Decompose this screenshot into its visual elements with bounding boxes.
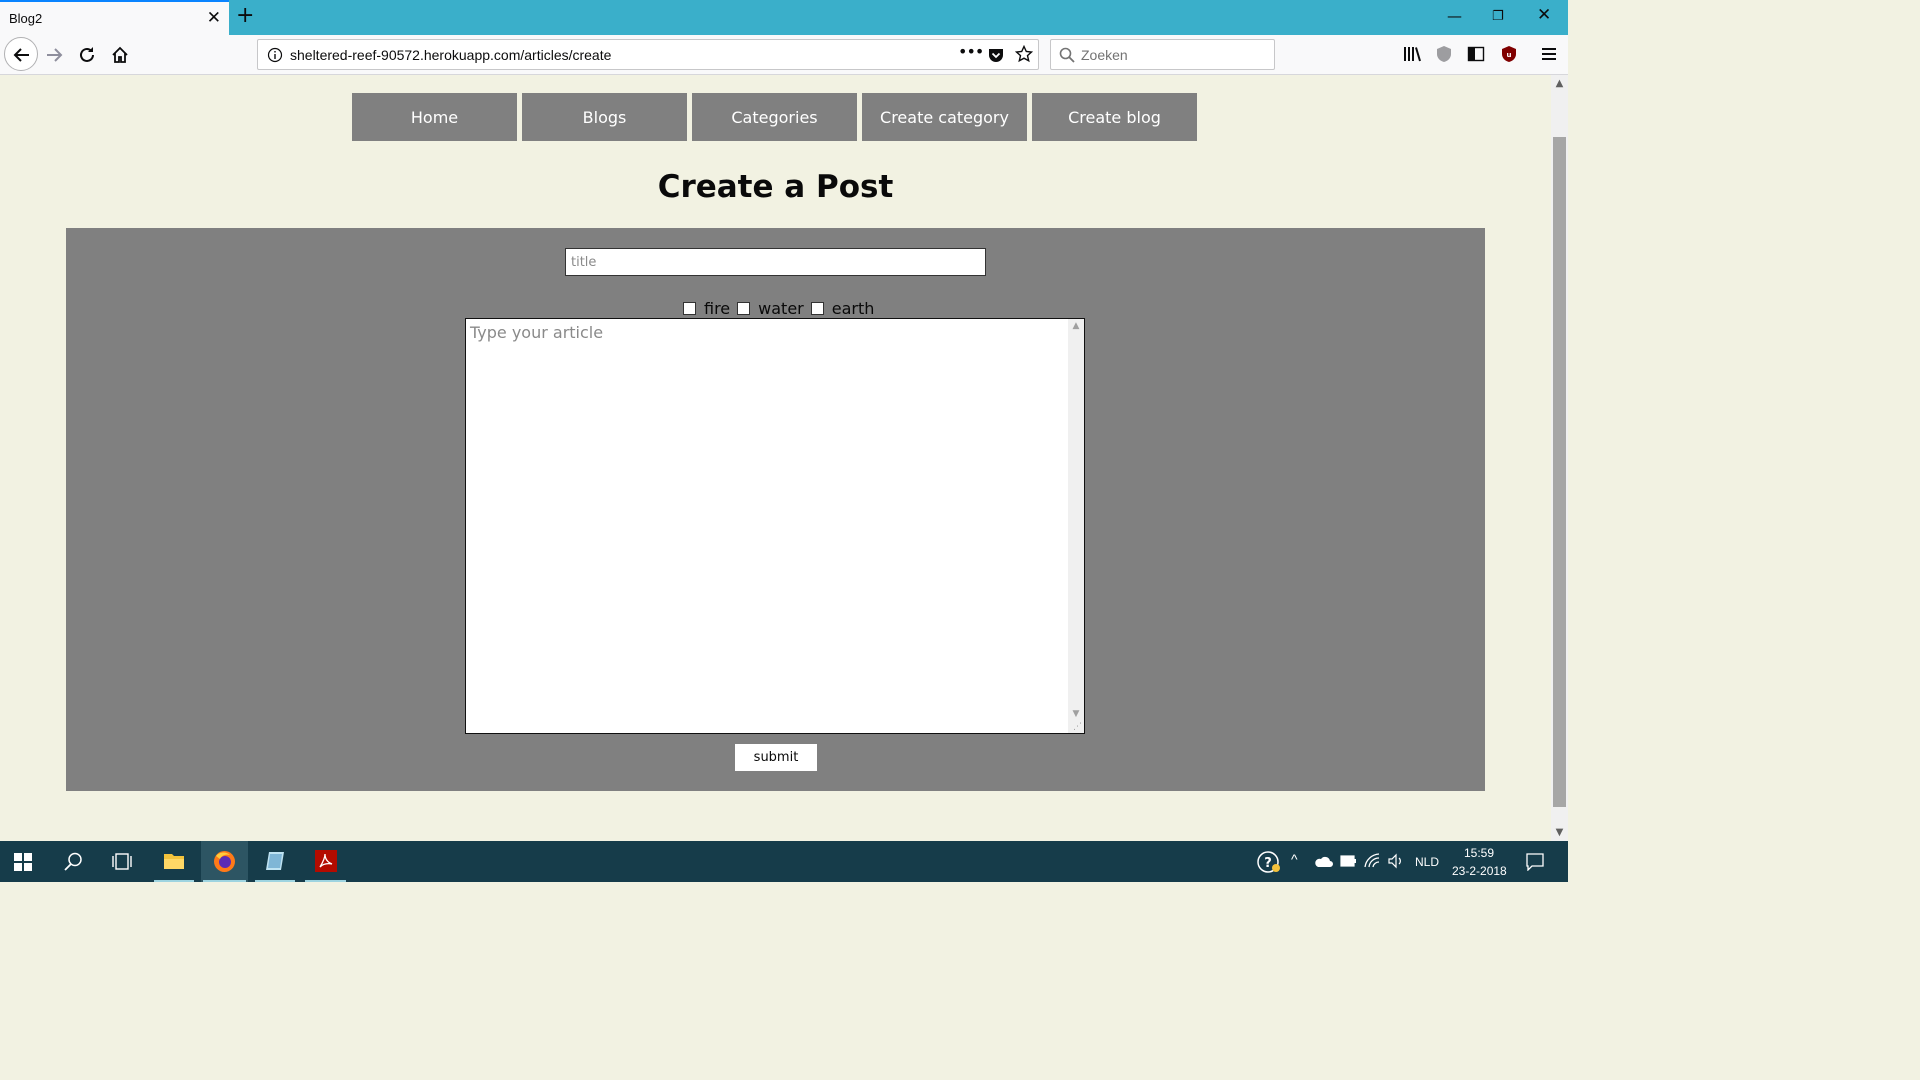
- info-icon[interactable]: [267, 47, 283, 63]
- scroll-thumb[interactable]: [1553, 137, 1566, 807]
- category-label: fire: [704, 298, 731, 318]
- language-indicator[interactable]: NLD: [1415, 855, 1439, 869]
- action-center-icon[interactable]: [1526, 853, 1544, 871]
- running-indicator: [255, 880, 295, 882]
- scroll-down-icon[interactable]: ▼: [1068, 709, 1084, 719]
- submit-button[interactable]: submit: [735, 744, 817, 771]
- nav-create-blog[interactable]: Create blog: [1032, 93, 1197, 141]
- tab-title: Blog2: [9, 11, 43, 26]
- svg-text:?: ?: [1264, 856, 1272, 871]
- nav-home[interactable]: Home: [352, 93, 517, 141]
- taskbar-firefox[interactable]: [201, 841, 248, 882]
- browser-navbar: sheltered-reef-90572.herokuapp.com/artic…: [0, 35, 1568, 75]
- page-actions-icon[interactable]: •••: [958, 42, 984, 61]
- shield-icon[interactable]: [1435, 45, 1453, 63]
- tray-expand-icon[interactable]: ^: [1291, 851, 1298, 867]
- folder-icon: [164, 854, 184, 869]
- pocket-icon[interactable]: [988, 47, 1004, 63]
- category-checkboxes: fire water earth: [683, 298, 881, 318]
- volume-icon[interactable]: [1388, 853, 1405, 869]
- resize-grip-icon[interactable]: ⋰: [1073, 722, 1082, 732]
- category-label: water: [758, 298, 804, 318]
- app-tile-icon: [266, 852, 284, 870]
- forward-arrow-icon[interactable]: [44, 45, 64, 65]
- article-textarea[interactable]: Type your article ▲ ▼ ⋰: [465, 318, 1085, 734]
- reload-icon[interactable]: [77, 45, 97, 65]
- library-icon[interactable]: [1402, 45, 1422, 63]
- back-button[interactable]: [4, 37, 38, 71]
- title-input[interactable]: [565, 248, 986, 276]
- category-label: earth: [831, 298, 875, 318]
- acrobat-icon: [315, 850, 337, 872]
- site-nav: Home Blogs Categories Create category Cr…: [352, 93, 1202, 141]
- scroll-up-arrow-icon[interactable]: ▲: [1551, 75, 1568, 92]
- fire-checkbox[interactable]: [683, 301, 696, 315]
- taskbar-acrobat[interactable]: [303, 841, 348, 882]
- new-tab-icon[interactable]: +: [236, 4, 254, 28]
- ublock-icon[interactable]: u: [1500, 45, 1518, 63]
- clock-time[interactable]: 15:59: [1464, 846, 1494, 860]
- minimize-icon[interactable]: —: [1447, 7, 1462, 25]
- nav-blogs[interactable]: Blogs: [522, 93, 687, 141]
- sidebar-icon[interactable]: [1467, 45, 1485, 63]
- nav-categories[interactable]: Categories: [692, 93, 857, 141]
- back-arrow-icon: [13, 48, 29, 62]
- search-bar[interactable]: [1050, 39, 1275, 70]
- onedrive-icon[interactable]: [1313, 854, 1333, 868]
- water-checkbox[interactable]: [737, 301, 751, 315]
- url-text[interactable]: sheltered-reef-90572.herokuapp.com/artic…: [290, 47, 611, 63]
- running-indicator: [305, 880, 346, 882]
- battery-icon[interactable]: [1340, 855, 1357, 867]
- windows-start-icon[interactable]: [14, 853, 32, 871]
- nav-create-category[interactable]: Create category: [862, 93, 1027, 141]
- running-indicator: [203, 880, 246, 882]
- browser-tab[interactable]: Blog2 ✕: [0, 0, 229, 35]
- tab-close-icon[interactable]: ✕: [207, 8, 221, 28]
- category-fire[interactable]: fire: [683, 299, 730, 318]
- textarea-scrollbar[interactable]: ▲ ▼: [1068, 319, 1084, 733]
- category-water[interactable]: water: [737, 299, 804, 318]
- wifi-icon[interactable]: [1364, 853, 1381, 869]
- earth-checkbox[interactable]: [810, 301, 824, 315]
- page-title: Create a Post: [657, 169, 894, 205]
- task-view-icon[interactable]: [112, 852, 132, 871]
- page-scrollbar[interactable]: ▲ ▼: [1551, 75, 1568, 841]
- help-icon[interactable]: ?: [1257, 851, 1281, 873]
- search-icon: [1059, 47, 1075, 63]
- category-earth[interactable]: earth: [810, 298, 875, 318]
- scroll-down-arrow-icon[interactable]: ▼: [1551, 824, 1568, 841]
- home-icon[interactable]: [110, 45, 130, 65]
- hamburger-menu-icon[interactable]: [1540, 45, 1558, 63]
- browser-tab-bar: Blog2 ✕ + — ❐ ✕: [0, 0, 1568, 35]
- window-close-icon[interactable]: ✕: [1537, 6, 1551, 24]
- taskbar-file-explorer[interactable]: [152, 841, 196, 882]
- page-content: Home Blogs Categories Create category Cr…: [0, 75, 1551, 841]
- scroll-up-icon[interactable]: ▲: [1068, 321, 1084, 331]
- taskbar-search-icon[interactable]: [64, 852, 83, 871]
- running-indicator: [154, 880, 194, 882]
- taskbar-app-3[interactable]: [253, 841, 297, 882]
- article-placeholder: Type your article: [470, 323, 604, 342]
- search-input[interactable]: [1081, 44, 1266, 66]
- svg-text:u: u: [1507, 51, 1512, 59]
- clock-date[interactable]: 23-2-2018: [1452, 864, 1507, 878]
- windows-taskbar: ? ^ NLD 15:59 23-2-2018: [0, 841, 1568, 882]
- firefox-icon: [214, 851, 235, 872]
- url-bar[interactable]: sheltered-reef-90572.herokuapp.com/artic…: [257, 39, 1039, 70]
- create-post-form: fire water earth Type your article ▲ ▼ ⋰…: [66, 228, 1485, 791]
- bookmark-star-icon[interactable]: [1015, 45, 1033, 63]
- restore-icon[interactable]: ❐: [1492, 8, 1504, 26]
